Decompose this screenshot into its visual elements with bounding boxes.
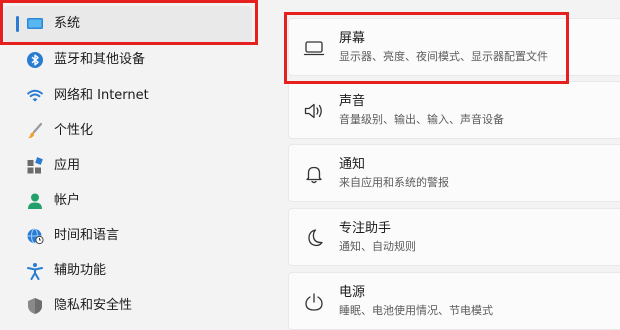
card-subtitle: 音量级别、输出、输入、声音设备: [339, 113, 504, 126]
card-title: 通知: [339, 157, 366, 172]
card-focus-assist[interactable]: 专注助手 通知、自动规则: [288, 208, 620, 266]
card-title: 电源: [339, 285, 366, 300]
moon-icon: [308, 229, 323, 247]
bell-icon: [306, 166, 322, 184]
card-display[interactable]: 屏幕 显示器、亮度、夜间模式、显示器配置文件: [288, 18, 620, 76]
card-notifications[interactable]: 通知 来自应用和系统的警报: [288, 144, 620, 202]
card-sound[interactable]: 声音 音量级别、输出、输入、声音设备: [288, 81, 620, 139]
card-subtitle: 来自应用和系统的警报: [339, 176, 449, 189]
card-title: 声音: [339, 94, 366, 109]
card-subtitle: 显示器、亮度、夜间模式、显示器配置文件: [339, 50, 548, 63]
settings-content: 屏幕 显示器、亮度、夜间模式、显示器配置文件 声音 音量级别、输出、输入、声音设…: [0, 0, 620, 330]
display-icon: [303, 41, 325, 56]
card-power[interactable]: 电源 睡眠、电池使用情况、节电模式: [288, 272, 620, 330]
card-title: 屏幕: [339, 31, 366, 46]
speaker-icon: [304, 103, 322, 119]
card-title: 专注助手: [339, 221, 392, 236]
card-subtitle: 睡眠、电池使用情况、节电模式: [339, 304, 493, 317]
power-icon: [305, 293, 323, 311]
card-subtitle: 通知、自动规则: [339, 240, 416, 253]
